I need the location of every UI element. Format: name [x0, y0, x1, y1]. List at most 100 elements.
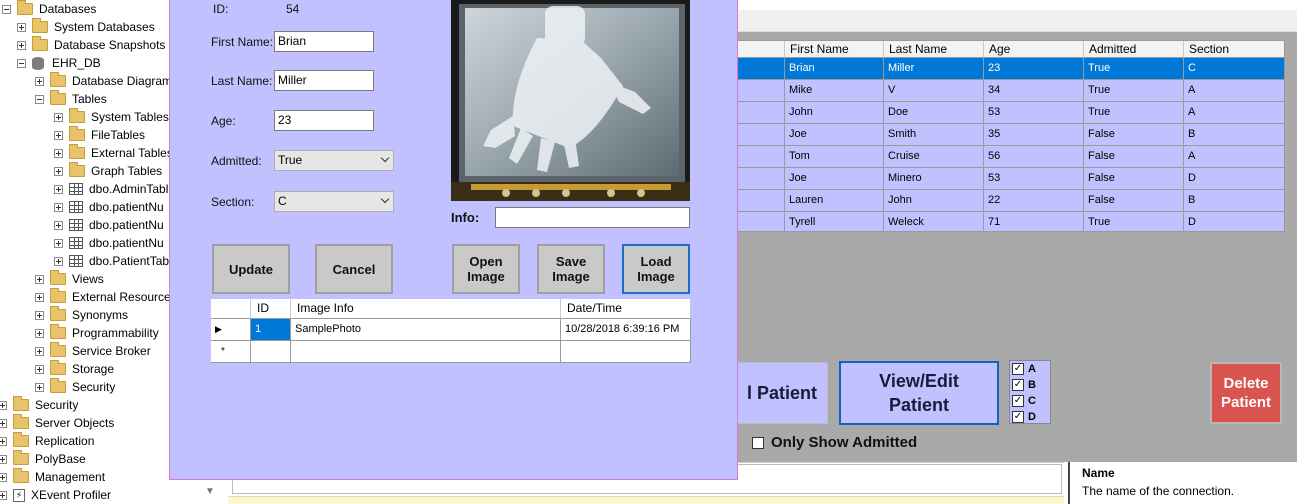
expand-icon[interactable] [54, 130, 63, 140]
expand-icon[interactable] [35, 328, 44, 338]
expand-icon[interactable] [35, 346, 44, 356]
image-grid-header-id[interactable]: ID [251, 299, 291, 319]
expand-icon[interactable] [54, 256, 63, 266]
table-cell[interactable]: D [1184, 168, 1284, 190]
table-cell[interactable]: Joe [785, 124, 884, 146]
row-header-cell[interactable] [737, 102, 785, 124]
table-cell[interactable]: B [1184, 190, 1284, 212]
expand-icon[interactable] [17, 22, 26, 32]
table-cell[interactable]: D [1184, 212, 1284, 231]
cancel-button[interactable]: Cancel [315, 244, 393, 294]
table-cell[interactable]: True [1084, 212, 1184, 231]
expand-icon[interactable] [35, 76, 44, 86]
table-cell[interactable]: 56 [984, 146, 1084, 168]
expand-icon[interactable] [0, 472, 7, 482]
view-edit-patient-button[interactable]: View/Edit Patient [839, 361, 999, 425]
patient-grid[interactable]: First Name Last Name Age Admitted Sectio… [736, 40, 1285, 232]
filter-check-a[interactable]: ✓ A [1012, 362, 1050, 376]
row-header-cell[interactable] [737, 80, 785, 102]
expand-icon[interactable] [35, 310, 44, 320]
image-cell-id[interactable]: 1 [251, 319, 291, 341]
table-cell[interactable]: Tyrell [785, 212, 884, 231]
expand-icon[interactable] [0, 418, 7, 428]
tree-node-patientnu-3[interactable]: dbo.patientNu [54, 234, 164, 252]
expand-icon[interactable] [35, 292, 44, 302]
table-cell[interactable]: 53 [984, 102, 1084, 124]
image-cell-datetime[interactable]: 10/28/2018 6:39:16 PM [561, 319, 691, 341]
table-cell[interactable]: Tom [785, 146, 884, 168]
image-grid-header-info[interactable]: Image Info [291, 299, 561, 319]
table-cell[interactable]: True [1084, 80, 1184, 102]
image-new-cell-datetime[interactable] [561, 341, 691, 363]
image-cell-info[interactable]: SamplePhoto [291, 319, 561, 341]
table-cell[interactable]: Miller [884, 58, 984, 80]
table-cell[interactable]: Brian [785, 58, 884, 80]
expand-icon[interactable] [35, 382, 44, 392]
expand-icon[interactable] [54, 148, 63, 158]
delete-patient-button[interactable]: Delete Patient [1210, 362, 1282, 424]
tree-node-management[interactable]: Management [0, 468, 105, 486]
table-cell[interactable]: V [884, 80, 984, 102]
table-cell[interactable]: Weleck [884, 212, 984, 231]
last-name-input[interactable]: Miller [274, 70, 374, 91]
table-cell[interactable]: A [1184, 102, 1284, 124]
expand-icon[interactable] [54, 166, 63, 176]
first-name-input[interactable]: Brian [274, 31, 374, 52]
tree-node-system-databases[interactable]: System Databases [17, 18, 155, 36]
tree-node-patient-table[interactable]: dbo.PatientTable [54, 252, 178, 270]
expand-icon[interactable] [35, 274, 44, 284]
expand-icon[interactable] [54, 202, 63, 212]
row-header-cell[interactable] [737, 190, 785, 212]
grid-header-first-name[interactable]: First Name [785, 41, 884, 58]
grid-header-section[interactable]: Section [1184, 41, 1284, 58]
add-patient-button[interactable]: l Patient [736, 362, 828, 424]
load-image-button[interactable]: Load Image [622, 244, 690, 294]
tree-node-databases[interactable]: Databases [2, 0, 96, 18]
open-image-button[interactable]: Open Image [452, 244, 520, 294]
filter-check-b[interactable]: ✓ B [1012, 378, 1050, 392]
tree-node-filetables[interactable]: FileTables [54, 126, 145, 144]
table-cell[interactable]: 53 [984, 168, 1084, 190]
info-input[interactable] [495, 207, 690, 228]
tree-node-storage[interactable]: Storage [35, 360, 114, 378]
table-cell[interactable]: False [1084, 146, 1184, 168]
filter-check-d[interactable]: ✓ D [1012, 410, 1050, 424]
row-header-cell[interactable] [737, 168, 785, 190]
table-cell[interactable]: False [1084, 124, 1184, 146]
tree-node-tables[interactable]: Tables [35, 90, 107, 108]
table-cell[interactable]: False [1084, 168, 1184, 190]
grid-header-age[interactable]: Age [984, 41, 1084, 58]
tree-node-synonyms[interactable]: Synonyms [35, 306, 128, 324]
age-input[interactable]: 23 [274, 110, 374, 131]
table-cell[interactable]: John [785, 102, 884, 124]
expand-icon[interactable] [0, 490, 7, 500]
table-cell[interactable]: C [1184, 58, 1284, 80]
collapse-icon[interactable] [2, 4, 11, 14]
tree-node-external-resources[interactable]: External Resources [35, 288, 177, 306]
tree-node-system-tables[interactable]: System Tables [54, 108, 169, 126]
table-cell[interactable]: B [1184, 124, 1284, 146]
tree-node-db-security[interactable]: Security [35, 378, 115, 396]
tree-node-xevent-profiler[interactable]: ⚡ XEvent Profiler [0, 486, 111, 504]
tree-node-programmability[interactable]: Programmability [35, 324, 159, 342]
tree-node-ehr-db[interactable]: EHR_DB [17, 54, 101, 72]
row-selector-icon[interactable]: ▶ [211, 319, 251, 341]
table-cell[interactable]: John [884, 190, 984, 212]
table-cell[interactable]: Lauren [785, 190, 884, 212]
image-grid[interactable]: ID Image Info Date/Time ▶ 1 SamplePhoto … [211, 299, 691, 367]
checkbox-checked-icon[interactable]: ✓ [1012, 411, 1024, 423]
row-header-cell[interactable] [737, 212, 785, 231]
expand-icon[interactable] [54, 238, 63, 248]
checkbox-unchecked-icon[interactable] [752, 436, 764, 449]
checkbox-checked-icon[interactable]: ✓ [1012, 395, 1024, 407]
tree-node-server-objects[interactable]: Server Objects [0, 414, 114, 432]
table-cell[interactable]: Mike [785, 80, 884, 102]
tree-node-polybase[interactable]: PolyBase [0, 450, 86, 468]
only-show-admitted-checkbox[interactable]: Only Show Admitted [752, 434, 917, 451]
tree-node-views[interactable]: Views [35, 270, 104, 288]
expand-icon[interactable] [54, 112, 63, 122]
tree-node-external-tables[interactable]: External Tables [54, 144, 173, 162]
table-cell[interactable]: Smith [884, 124, 984, 146]
tree-node-security[interactable]: Security [0, 396, 78, 414]
expand-icon[interactable] [0, 454, 7, 464]
